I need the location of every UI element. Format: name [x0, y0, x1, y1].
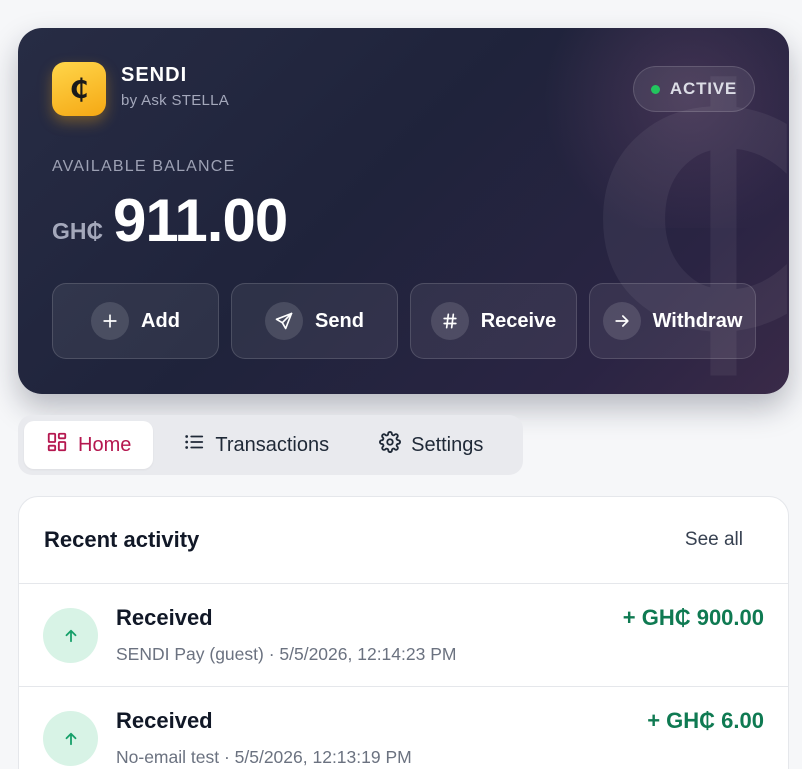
arrow-up-icon — [43, 608, 98, 663]
wallet-card: ₵ ₵ SENDI by Ask STELLA ACTIVE AVAILABLE… — [18, 28, 789, 394]
grid-icon — [46, 431, 68, 459]
panel-header: Recent activity See all — [19, 497, 788, 584]
hash-icon — [430, 302, 469, 340]
status-label: ACTIVE — [669, 79, 738, 98]
brand-name: SENDI — [121, 64, 188, 86]
receive-label: Receive — [480, 309, 557, 332]
transaction-amount: + GH₵ 6.00 — [647, 708, 764, 733]
arrow-right-icon — [602, 302, 641, 340]
send-icon — [265, 302, 304, 340]
arrow-up-icon — [43, 711, 98, 766]
withdraw-label: Withdraw — [652, 309, 743, 332]
receive-button[interactable]: Receive — [410, 283, 577, 359]
brand-subtitle: by Ask STELLA — [121, 92, 230, 109]
add-button[interactable]: Add — [52, 283, 219, 359]
transaction-amount: + GH₵ 900.00 — [622, 605, 764, 630]
transaction-meta: No-email test · 5/5/2026, 12:13:19 PM — [116, 747, 412, 767]
plus-icon — [91, 302, 130, 340]
transaction-title: Received — [116, 605, 213, 630]
panel-title: Recent activity — [44, 527, 200, 552]
tab-transactions[interactable]: Transactions — [163, 421, 349, 469]
withdraw-button[interactable]: Withdraw — [589, 283, 756, 359]
tab-bar: Home Transactions Settings — [18, 415, 523, 475]
see-all-button[interactable]: See all — [665, 521, 763, 559]
transaction-meta: SENDI Pay (guest) · 5/5/2026, 12:14:23 P… — [116, 644, 457, 664]
status-badge: ACTIVE — [633, 66, 755, 112]
recent-activity-panel: Recent activity See all Received SENDI P… — [18, 496, 789, 769]
list-icon — [183, 431, 205, 459]
gear-icon — [379, 431, 402, 459]
tab-home-label: Home — [78, 433, 132, 456]
balance-amount: 911.00 — [113, 187, 288, 254]
add-label: Add — [141, 309, 180, 332]
tab-settings-label: Settings — [411, 433, 484, 456]
send-button[interactable]: Send — [231, 283, 398, 359]
send-label: Send — [315, 309, 364, 332]
tab-transactions-label: Transactions — [215, 433, 330, 456]
balance-label: AVAILABLE BALANCE — [52, 158, 236, 175]
transaction-title: Received — [116, 708, 213, 733]
tab-home[interactable]: Home — [24, 421, 154, 469]
sendi-logo-icon: ₵ — [52, 62, 106, 116]
status-dot-icon — [650, 84, 660, 94]
action-buttons: Add Send Receive Withdraw — [52, 283, 756, 359]
transaction-row[interactable]: Received SENDI Pay (guest) · 5/5/2026, 1… — [19, 584, 788, 687]
tab-settings[interactable]: Settings — [359, 421, 503, 469]
balance-currency: GH₵ — [52, 218, 104, 244]
transaction-row[interactable]: Received No-email test · 5/5/2026, 12:13… — [19, 687, 788, 769]
